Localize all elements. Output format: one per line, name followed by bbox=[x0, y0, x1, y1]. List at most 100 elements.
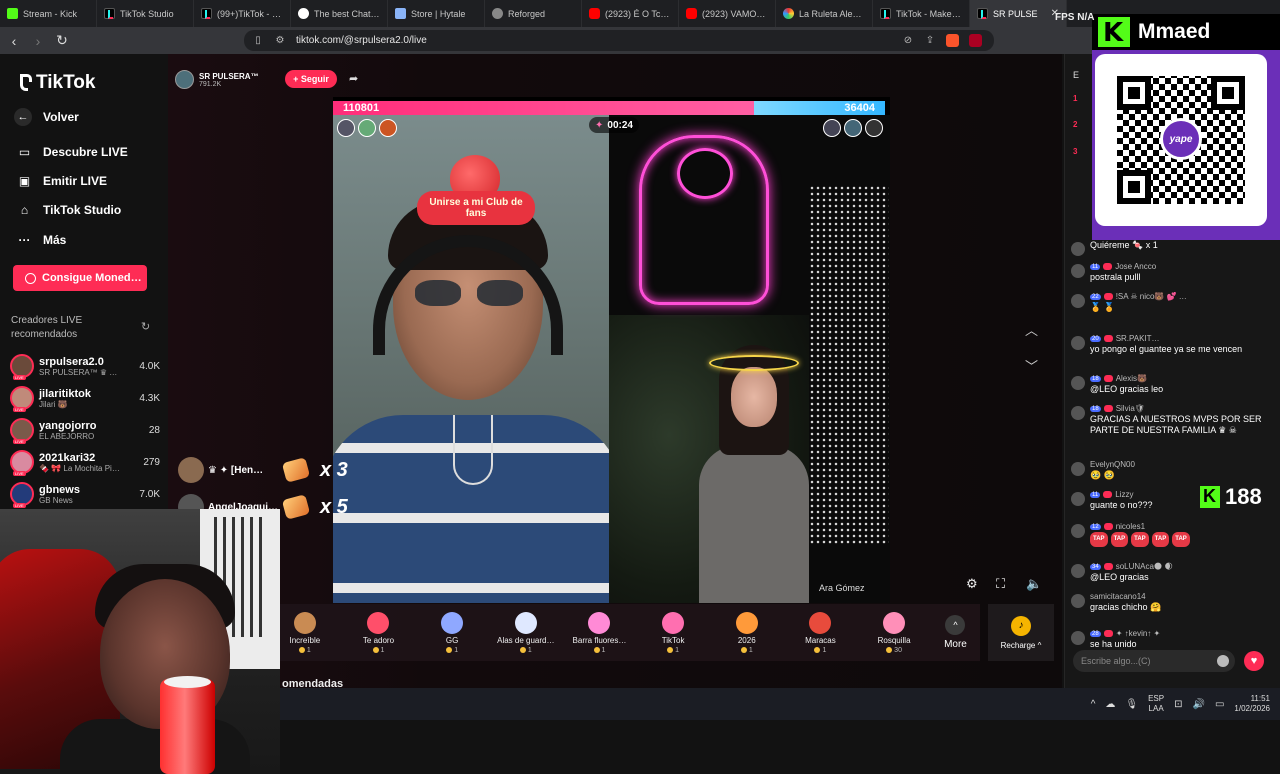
brave-shield-icon[interactable] bbox=[946, 34, 959, 47]
chat-input[interactable]: Escribe algo...(C) bbox=[1073, 650, 1235, 672]
chevron-up-icon[interactable]: ^ bbox=[1091, 699, 1096, 710]
live-video-player[interactable]: Unirse a mi Club de fans 110801 36404 ✦ … bbox=[333, 97, 890, 603]
site-info-icon[interactable]: ⚙ bbox=[274, 35, 286, 47]
refresh-icon[interactable]: ↻ bbox=[141, 320, 150, 333]
chevron-up-icon: ^ bbox=[945, 615, 966, 635]
chat-message[interactable]: 20 SR.PAKIT… yo pongo el guantee ya se me … bbox=[1071, 334, 1277, 355]
gift-item[interactable]: Te adoro 1 bbox=[342, 611, 416, 654]
cloud-icon[interactable]: ☁ bbox=[1105, 699, 1115, 710]
get-coins-button[interactable]: Consigue Moned… bbox=[13, 265, 147, 291]
speaker-icon[interactable]: 🔊 bbox=[1193, 699, 1205, 710]
back-button[interactable]: ← Volver bbox=[14, 108, 79, 126]
browser-tab[interactable]: (2923) É O Tchan bbox=[582, 0, 679, 27]
chat-message[interactable]: 12 nicoles1 TAP TAP TAP TAP TAP bbox=[1071, 522, 1277, 547]
level-badge: 34 bbox=[1090, 563, 1101, 570]
chat-message[interactable]: samicitacano14 gracias chicho 🤗 bbox=[1071, 592, 1277, 613]
settings-icon[interactable]: ⚙ bbox=[966, 576, 978, 592]
url-text[interactable]: tiktok.com/@srpulsera2.0/live bbox=[296, 35, 427, 46]
chevron-down-icon[interactable]: ﹀ bbox=[1025, 356, 1038, 375]
host-top-gifters[interactable] bbox=[337, 119, 397, 137]
gift-item[interactable]: Maracas 1 bbox=[784, 611, 858, 654]
cast-icon[interactable]: ⊘ bbox=[902, 35, 914, 47]
chat-text: 🏅 🏅 bbox=[1090, 302, 1115, 312]
network-icon[interactable]: ⊡ bbox=[1174, 699, 1182, 710]
emoji-icon[interactable] bbox=[1217, 655, 1229, 667]
fan-heart-icon bbox=[1103, 263, 1113, 270]
chat-message[interactable]: 34 soLUNAса🌑 🌒 @LEO gracias bbox=[1071, 562, 1277, 583]
gift-item[interactable]: Rosquilla 30 bbox=[857, 611, 931, 654]
battery-icon[interactable]: ▭ bbox=[1215, 699, 1224, 710]
browser-tab[interactable]: Reforged bbox=[485, 0, 582, 27]
nav-item-emitir-live[interactable]: ▣ Emitir LIVE bbox=[17, 174, 107, 188]
nav-item-descubre-live[interactable]: ▭ Descubre LIVE bbox=[17, 145, 128, 159]
gift-item[interactable]: Alas de guard… 1 bbox=[489, 611, 563, 654]
volume-icon[interactable]: 🔈 bbox=[1026, 576, 1042, 592]
opponent-top-gifters[interactable] bbox=[823, 119, 883, 137]
follow-button[interactable]: + Seguir bbox=[285, 70, 337, 88]
browser-tab[interactable]: Store | Hytale bbox=[388, 0, 485, 27]
arrow-left-icon: ← bbox=[14, 108, 32, 126]
browser-tab[interactable]: (99+)TikTok - Ma bbox=[194, 0, 291, 27]
gift-price: 1 bbox=[373, 647, 385, 654]
share-page-icon[interactable]: ⇪ bbox=[924, 35, 936, 47]
gift-icon bbox=[588, 611, 611, 634]
gift-item[interactable]: TikTok 1 bbox=[636, 611, 710, 654]
share-icon[interactable]: ➦ bbox=[349, 72, 358, 85]
chat-message[interactable]: 28 ✦ ↑kevin↑ ✦ se ha unido bbox=[1071, 629, 1277, 650]
browser-tab[interactable]: La Ruleta Aleator bbox=[776, 0, 873, 27]
creator-item[interactable]: LIVE 2021kari32 🍫 🎀 La Mochita Pi… 279 bbox=[10, 447, 160, 477]
string-lights bbox=[809, 185, 889, 545]
nav-item-tiktok-studio[interactable]: ⌂ TikTok Studio bbox=[17, 203, 121, 217]
fullscreen-icon[interactable]: ⛶ bbox=[996, 576, 1005, 592]
chat-text: Quiéreme 🍬 x 1 bbox=[1090, 240, 1158, 250]
chat-message[interactable]: Quiéreme 🍬 x 1 bbox=[1071, 240, 1277, 256]
creator-item[interactable]: LIVE gbnews GB News 7.0K bbox=[10, 479, 160, 509]
chat-username: nicoles1 bbox=[1115, 522, 1146, 531]
more-gifts-button[interactable]: ^ More bbox=[931, 615, 980, 650]
like-heart-button[interactable]: ♥ bbox=[1244, 651, 1264, 671]
forward-arrow-icon[interactable]: › bbox=[28, 31, 48, 51]
avatar bbox=[1071, 242, 1085, 256]
language-indicator[interactable]: ESP LAA bbox=[1148, 694, 1164, 714]
gift-item[interactable]: Barra fluores… 1 bbox=[563, 611, 637, 654]
browser-tab[interactable]: (2923) VAMONOS bbox=[679, 0, 776, 27]
browser-tab[interactable]: TikTok - Make Yo bbox=[873, 0, 970, 27]
gift-name: GG bbox=[445, 635, 459, 645]
tab-title: Stream - Kick bbox=[23, 8, 78, 19]
chat-user-line: EvelynQN00 bbox=[1090, 460, 1275, 469]
microphone-icon[interactable]: 🎙 bbox=[1125, 699, 1138, 710]
chevron-up-icon[interactable]: ︿ bbox=[1025, 320, 1038, 339]
avatar bbox=[178, 457, 204, 483]
browser-tab[interactable]: SR PULSE ✕ bbox=[970, 0, 1067, 27]
chat-message[interactable]: 11 Jose Ancco postrala pulll bbox=[1071, 262, 1277, 283]
nav-item-mas[interactable]: ··· Más bbox=[17, 233, 67, 247]
opponent-person bbox=[699, 345, 809, 603]
tab-title: SR PULSE bbox=[993, 8, 1038, 19]
recharge-button[interactable]: ♪ Recharge ^ bbox=[988, 604, 1054, 661]
browser-tab[interactable]: TikTok Studio bbox=[97, 0, 194, 27]
creator-item[interactable]: LIVE jilaritiktok Jilari 🐻 4.3K bbox=[10, 383, 160, 413]
chat-message[interactable]: EvelynQN00 🥹 🥹 bbox=[1071, 460, 1277, 481]
fan-club-badge[interactable]: Unirse a mi Club de fans bbox=[417, 155, 535, 225]
reload-icon[interactable]: ↻ bbox=[52, 31, 72, 51]
chat-message[interactable]: 22 !SA ☠ nico🐻 💕 … 🏅 🏅 bbox=[1071, 292, 1277, 313]
back-arrow-icon[interactable]: ‹ bbox=[4, 31, 24, 51]
brave-rewards-icon[interactable] bbox=[969, 34, 982, 47]
gift-item[interactable]: GG 1 bbox=[415, 611, 489, 654]
chat-username: Alexis🐻 bbox=[1115, 374, 1147, 383]
bookmark-icon[interactable]: ▯ bbox=[252, 35, 264, 47]
browser-tab[interactable]: Stream - Kick bbox=[0, 0, 97, 27]
chat-message[interactable]: 18 Alexis🐻 @LEO gracias leo bbox=[1071, 374, 1277, 395]
qr-finder bbox=[1117, 170, 1151, 204]
opponent-name[interactable]: Ara Gómez bbox=[819, 583, 865, 593]
chat-user-line: 34 soLUNAса🌑 🌒 bbox=[1090, 562, 1275, 571]
creator-item[interactable]: LIVE srpulsera2.0 SR PULSERA™ ♛ … 4.0K bbox=[10, 351, 160, 381]
creator-item[interactable]: LIVE yangojorro EL ABEJORRO 28 bbox=[10, 415, 160, 445]
clock[interactable]: 11:51 1/02/2026 bbox=[1234, 694, 1270, 714]
tiktok-logo[interactable]: TikTok bbox=[16, 72, 95, 94]
browser-tab[interactable]: The best ChatBot bbox=[291, 0, 388, 27]
streamer-info[interactable]: SR PULSERA™ 791.2K bbox=[175, 70, 259, 89]
chat-message[interactable]: 18 Silvia🛡 GRACIAS A NUESTROS MVPS POR SER… bbox=[1071, 404, 1277, 436]
address-bar[interactable]: ▯ ⚙ tiktok.com/@srpulsera2.0/live ⊘ ⇪ bbox=[244, 30, 994, 51]
gift-item[interactable]: 2026 1 bbox=[710, 611, 784, 654]
